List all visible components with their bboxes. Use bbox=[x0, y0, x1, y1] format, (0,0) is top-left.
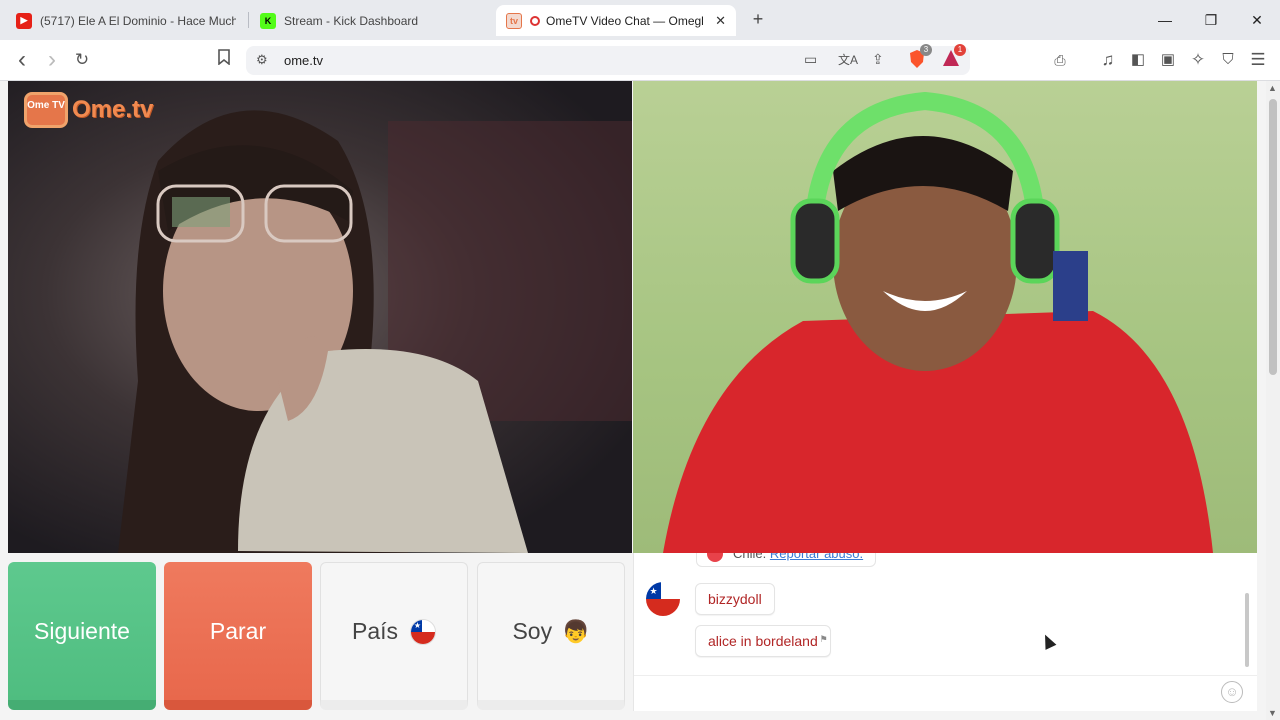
emoji-button[interactable]: ☺ bbox=[1221, 681, 1243, 703]
sidebar-icon[interactable]: ◧ bbox=[1126, 48, 1150, 72]
stranger-flag-icon bbox=[707, 553, 723, 562]
svg-text:★: ★ bbox=[649, 587, 657, 597]
restore-button[interactable]: ❐ bbox=[1199, 8, 1223, 32]
country-label: País bbox=[351, 618, 399, 644]
chat-scrollbar[interactable] bbox=[1245, 593, 1249, 667]
tab-youtube[interactable]: ▶ (5717) Ele A El Dominio - Hace Much bbox=[6, 5, 246, 36]
rewards-count-badge: 1 bbox=[954, 44, 966, 56]
system-message-text: Chile. bbox=[733, 553, 767, 561]
scroll-down-icon[interactable]: ▼ bbox=[1268, 708, 1277, 718]
self-video bbox=[633, 81, 1257, 553]
translate-icon[interactable]: 文A bbox=[838, 51, 858, 68]
report-flag-icon[interactable]: ⚑ bbox=[820, 624, 828, 654]
tab-kick[interactable]: K Stream - Kick Dashboard bbox=[250, 5, 490, 36]
ometv-icon: tv bbox=[506, 12, 522, 29]
vpn-icon[interactable]: ⛉ bbox=[1216, 48, 1240, 72]
kick-icon: K bbox=[260, 12, 276, 29]
recording-icon bbox=[530, 15, 540, 26]
chat-panel: Chile. Reportar abuso. ★ bizzydoll alice… bbox=[633, 553, 1257, 711]
chat-input[interactable] bbox=[634, 675, 1257, 676]
reload-button[interactable]: ↻ bbox=[70, 48, 94, 72]
address-bar[interactable]: ⚙ ome.tv ▭ 文A ⇪ 3 1 bbox=[246, 44, 970, 75]
page-scrollbar[interactable]: ▲ ▼ bbox=[1266, 81, 1280, 720]
next-label: Siguiente bbox=[34, 617, 130, 644]
chat-message: alice in bordeland ⚑ bbox=[695, 625, 831, 657]
share-icon[interactable]: ⇪ bbox=[872, 51, 884, 68]
gender-selector[interactable]: Soy 👦 bbox=[477, 562, 625, 710]
minimize-button[interactable]: — bbox=[1153, 8, 1177, 32]
logo-brand-text: Ome.tv bbox=[72, 96, 154, 123]
ometv-logo[interactable]: Ome TV Ome.tv bbox=[24, 92, 153, 128]
back-button[interactable]: ‹ bbox=[10, 48, 34, 72]
stranger-video bbox=[8, 81, 632, 553]
leo-ai-icon[interactable]: ✧ bbox=[1186, 48, 1210, 72]
tab-divider bbox=[248, 12, 249, 28]
stranger-video-frame bbox=[118, 110, 632, 553]
site-settings-icon[interactable]: ⚙ bbox=[256, 52, 268, 68]
stop-button[interactable]: Parar bbox=[164, 562, 312, 710]
report-abuse-link[interactable]: Reportar abuso. bbox=[770, 553, 863, 561]
male-avatar-icon: 👦 bbox=[562, 618, 590, 644]
brave-shields-icon[interactable]: 3 bbox=[908, 44, 932, 72]
tab-title: Stream - Kick Dashboard bbox=[284, 13, 419, 28]
system-message: Chile. Reportar abuso. bbox=[696, 553, 877, 567]
self-video-frame bbox=[663, 91, 1213, 553]
tab-title: (5717) Ele A El Dominio - Hace Much bbox=[40, 13, 236, 28]
url-text: ome.tv bbox=[284, 53, 324, 68]
gender-label: Soy bbox=[512, 618, 553, 644]
close-tab-icon[interactable]: ✕ bbox=[707, 13, 726, 29]
scrollbar-thumb[interactable] bbox=[1269, 99, 1277, 375]
youtube-icon: ▶ bbox=[16, 12, 32, 29]
chat-message-text: alice in bordeland bbox=[708, 633, 818, 649]
tab-ometv[interactable]: tv OmeTV Video Chat — Omegl ✕ bbox=[496, 5, 736, 36]
new-tab-button[interactable]: + bbox=[748, 9, 768, 29]
close-window-button[interactable]: ✕ bbox=[1245, 8, 1269, 32]
forward-button[interactable]: › bbox=[40, 48, 64, 72]
stranger-country-flag-icon: ★ bbox=[646, 582, 680, 616]
media-icon[interactable]: ♫ bbox=[1096, 48, 1120, 72]
browser-toolbar: ‹ › ↻ ⚙ ome.tv ▭ 文A ⇪ 3 1 ⎙ ♫ ◧ ▣ ✧ ⛉ ☰ bbox=[0, 40, 1280, 81]
country-selector[interactable]: País ★ bbox=[320, 562, 468, 710]
next-button[interactable]: Siguiente bbox=[8, 562, 156, 710]
scroll-up-icon[interactable]: ▲ bbox=[1268, 83, 1277, 93]
cast-icon[interactable]: ▭ bbox=[804, 51, 817, 68]
reader-mode-icon[interactable]: ⎙ bbox=[1048, 48, 1072, 72]
logo-tv-icon: Ome TV bbox=[24, 92, 68, 128]
bookmark-icon[interactable] bbox=[212, 48, 236, 72]
brave-rewards-icon[interactable]: 1 bbox=[942, 44, 966, 70]
shields-count-badge: 3 bbox=[920, 44, 932, 56]
tab-strip: ▶ (5717) Ele A El Dominio - Hace Much K … bbox=[0, 0, 1280, 40]
chat-message: bizzydoll bbox=[695, 583, 775, 615]
chile-flag-icon: ★ bbox=[410, 618, 437, 645]
menu-icon[interactable]: ☰ bbox=[1246, 48, 1270, 72]
wallet-icon[interactable]: ▣ bbox=[1156, 48, 1180, 72]
tab-title: OmeTV Video Chat — Omegl bbox=[546, 13, 704, 28]
stop-label: Parar bbox=[209, 617, 267, 644]
